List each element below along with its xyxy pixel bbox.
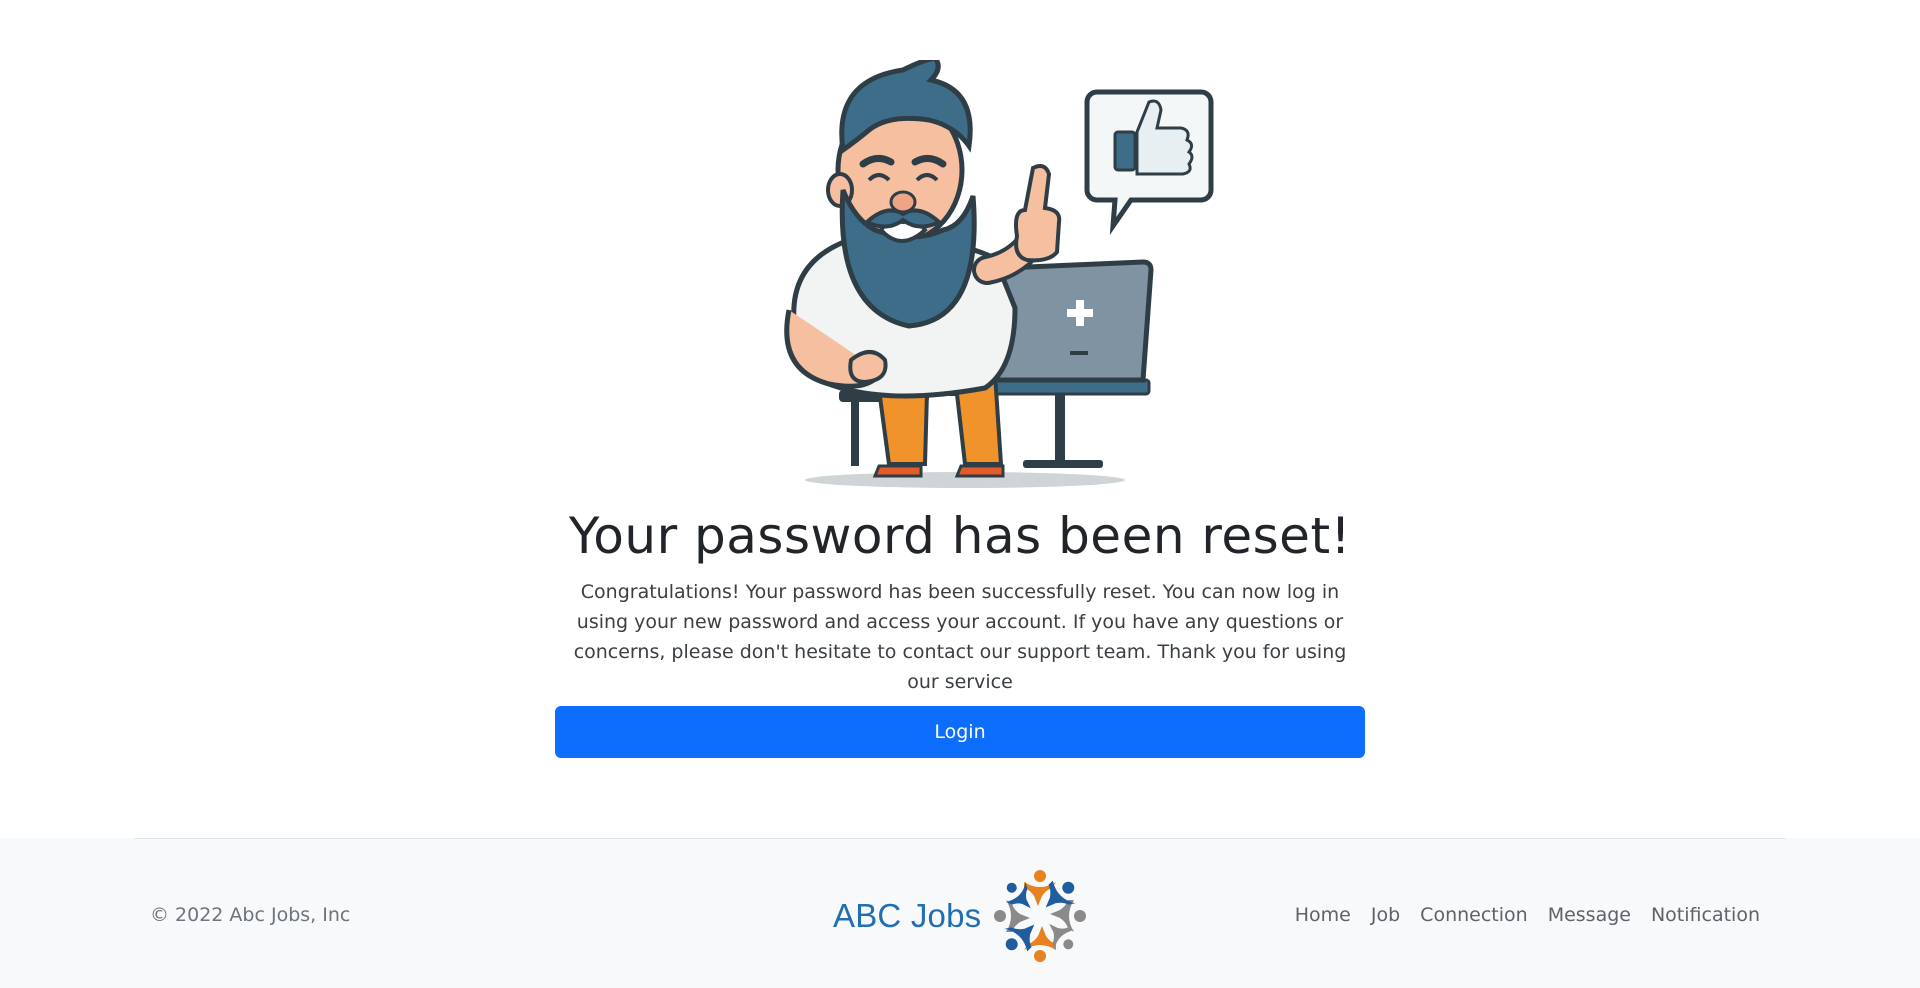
footer-nav-job[interactable]: Job <box>1371 900 1400 930</box>
people-circle-logo-icon <box>994 870 1087 962</box>
footer-nav-home[interactable]: Home <box>1295 900 1351 930</box>
brand-name: ABC Jobs <box>833 897 982 934</box>
footer-nav-connection[interactable]: Connection <box>1420 900 1528 930</box>
brand-logo[interactable]: ABC Jobs <box>833 866 1093 966</box>
reset-success-description: Congratulations! Your password has been … <box>573 581 1347 693</box>
footer: © 2022 Abc Jobs, Inc ABC Jobs Home Job C… <box>0 838 1920 988</box>
thumbs-up-bubble-icon <box>1084 89 1214 236</box>
success-illustration-icon <box>784 60 1214 488</box>
main-content: Your password has been reset! Congratula… <box>0 0 1920 838</box>
login-button[interactable]: Login <box>555 706 1365 758</box>
page-title: Your password has been reset! <box>568 507 1352 565</box>
copyright-text: © 2022 Abc Jobs, Inc <box>150 904 351 926</box>
footer-divider <box>135 838 1785 839</box>
footer-nav-message[interactable]: Message <box>1548 900 1631 930</box>
footer-nav-notification[interactable]: Notification <box>1651 900 1760 930</box>
footer-nav: Home Job Connection Message Notification <box>1275 900 1760 930</box>
